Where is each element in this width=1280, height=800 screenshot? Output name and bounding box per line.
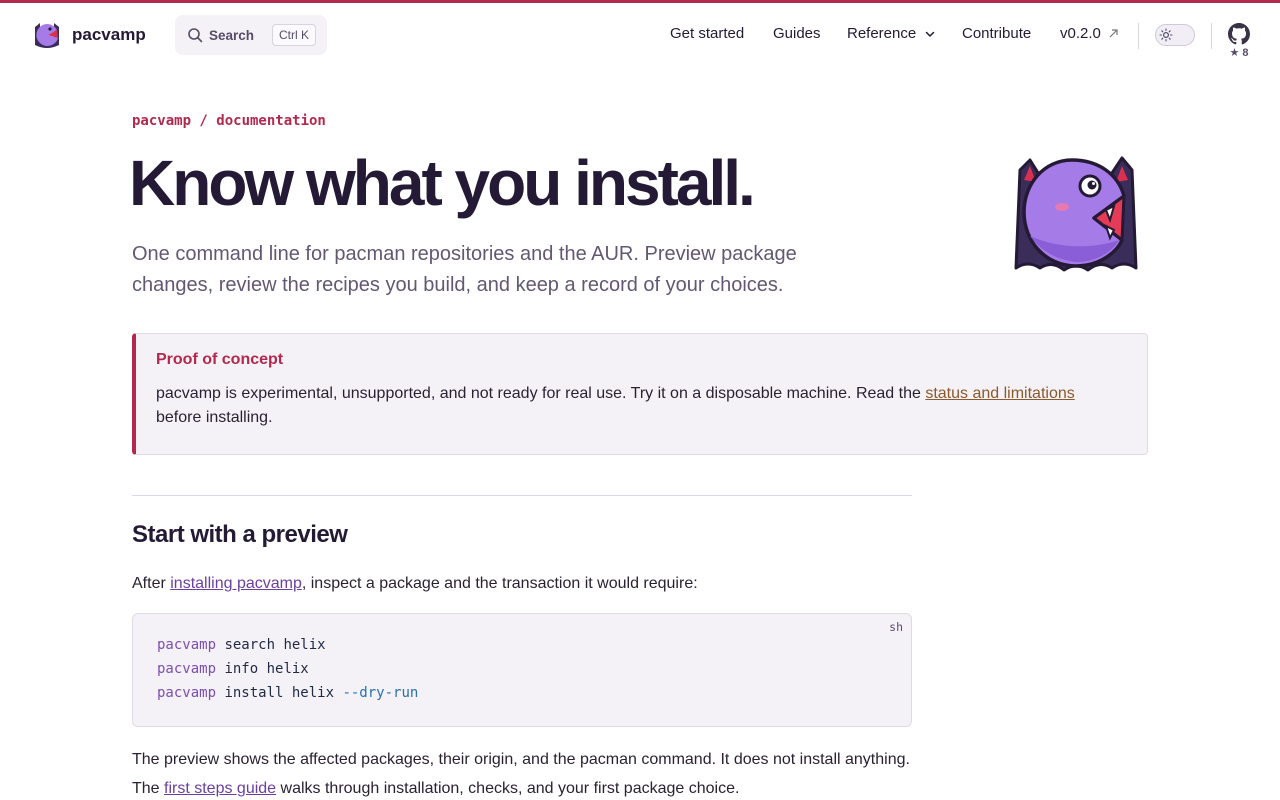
code-line: pacvamp install helix --dry-run — [157, 681, 418, 705]
nav-get-started[interactable]: Get started — [670, 25, 744, 42]
code-flag: --dry-run — [342, 685, 419, 701]
code-command: pacvamp — [157, 685, 217, 701]
intro-text: , inspect a package and the transaction … — [301, 575, 698, 592]
theme-toggle[interactable] — [1155, 24, 1195, 46]
section-divider — [132, 495, 912, 496]
breadcrumb: pacvamp / documentation — [132, 113, 326, 129]
section-title: Start with a preview — [132, 521, 348, 548]
section-outro: The preview shows the affected packages,… — [132, 745, 912, 800]
nav-version-link[interactable]: v0.2.0 — [1060, 25, 1119, 42]
chevron-down-icon — [925, 31, 935, 37]
code-command: pacvamp — [157, 661, 217, 677]
brand-name: pacvamp — [72, 25, 146, 44]
nav-guides[interactable]: Guides — [773, 25, 821, 42]
callout-text: before installing. — [156, 409, 273, 426]
callout-title: Proof of concept — [156, 351, 284, 368]
vampire-mascot-icon — [1014, 156, 1138, 272]
github-link[interactable]: ★ 8 — [1226, 23, 1252, 59]
hero-lead: One command line for pacman repositories… — [132, 243, 797, 296]
code-line: pacvamp info helix — [157, 657, 418, 681]
github-star-count: ★ 8 — [1229, 47, 1249, 59]
search-button[interactable]: Search Ctrl K — [175, 15, 327, 55]
nav-get-started-label: Get started — [670, 25, 745, 42]
header-divider — [1211, 23, 1212, 49]
outro-text: walks through installation, checks, and … — [276, 780, 740, 797]
nav-reference-dropdown[interactable]: Reference — [847, 25, 937, 42]
callout-text: pacvamp is experimental, unsupported, an… — [156, 385, 926, 402]
installing-pacvamp-link[interactable]: installing pacvamp — [170, 575, 302, 592]
intro-text: After — [132, 575, 171, 592]
callout-body: pacvamp is experimental, unsupported, an… — [156, 382, 1116, 430]
code-args: search helix — [216, 637, 326, 653]
nav-contribute[interactable]: Contribute — [962, 25, 1031, 42]
code-language-label: sh — [889, 620, 903, 634]
nav-version-label: v0.2.0 — [1060, 25, 1101, 42]
header-divider — [1138, 23, 1139, 49]
first-steps-guide-link[interactable]: first steps guide — [164, 780, 276, 797]
search-shortcut-badge: Ctrl K — [272, 24, 316, 46]
external-link-icon — [1109, 29, 1118, 38]
site-header: pacvamp Search Ctrl K Get started Guides… — [0, 3, 1280, 69]
code-args: install helix — [216, 685, 343, 701]
section-intro: After installing pacvamp, inspect a pack… — [132, 573, 912, 595]
proof-of-concept-callout: Proof of concept pacvamp is experimental… — [132, 333, 1148, 455]
code-args: info helix — [216, 661, 309, 677]
page-title: Know what you install. — [129, 147, 756, 219]
code-command: pacvamp — [157, 637, 217, 653]
nav-reference-label: Reference — [847, 25, 917, 42]
search-icon — [188, 28, 203, 43]
code-content: pacvamp search helix pacvamp info helix … — [157, 633, 418, 705]
code-block[interactable]: sh pacvamp search helix pacvamp info hel… — [132, 613, 912, 727]
sun-icon — [1159, 28, 1173, 42]
status-limitations-link[interactable]: status and limitations — [925, 385, 1074, 402]
nav-guides-label: Guides — [773, 25, 821, 42]
search-label: Search — [209, 27, 255, 43]
nav-contribute-label: Contribute — [962, 25, 1032, 42]
brand-home-link[interactable]: pacvamp — [32, 21, 146, 49]
code-line: pacvamp search helix — [157, 633, 418, 657]
github-icon — [1228, 23, 1250, 45]
pacvamp-logo-icon — [35, 23, 59, 48]
